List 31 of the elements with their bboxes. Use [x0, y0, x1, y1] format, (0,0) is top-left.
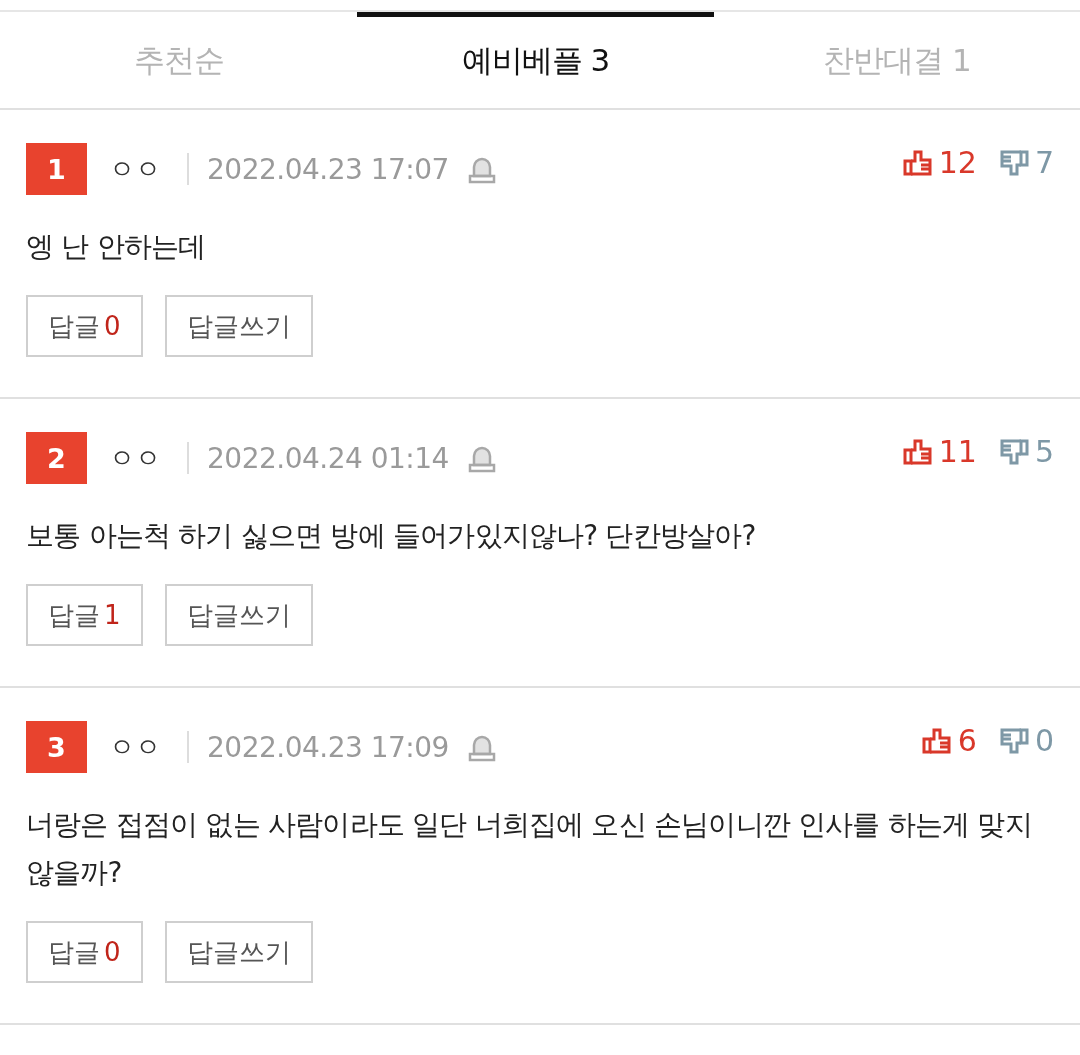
author-name: ㅇㅇ	[109, 152, 161, 186]
write-reply-button[interactable]: 답글쓰기	[164, 295, 313, 357]
author-name: ㅇㅇ	[109, 441, 161, 475]
rank-badge: 1	[26, 143, 87, 195]
like-count: 6	[957, 723, 977, 758]
comment-text: 너랑은 접점이 없는 사람이라도 일단 너희집에 오신 손님이니깐 인사를 하는게 맞지않을까?	[26, 807, 1033, 891]
comment-text: 엥 난 안하는데	[26, 229, 207, 265]
thumbs-up-icon[interactable]	[902, 148, 933, 177]
comment-text: 보통 아는척 하기 싫으면 방에 들어가있지않나? 단칸방살아?	[26, 518, 757, 554]
tab[interactable]: 예비베플 3	[357, 12, 714, 108]
replies-button[interactable]: 답글 1	[26, 584, 143, 646]
dislike-count: 0	[1034, 723, 1054, 758]
replies-button[interactable]: 답글 0	[26, 295, 143, 357]
thumbs-down-icon[interactable]	[998, 148, 1029, 177]
rank-badge: 3	[26, 721, 87, 773]
thumbs-down-icon[interactable]	[998, 437, 1029, 466]
author-name: ㅇㅇ	[109, 730, 161, 764]
dislike-count: 7	[1034, 145, 1054, 180]
write-reply-button[interactable]: 답글쓰기	[164, 921, 313, 983]
thumbs-down-icon[interactable]	[998, 726, 1029, 755]
comment-date: 2022.04.23 17:07	[207, 152, 449, 186]
dislike-count: 5	[1034, 434, 1054, 469]
comment-date: 2022.04.24 01:14	[207, 441, 449, 475]
thumbs-up-icon[interactable]	[902, 437, 933, 466]
like-count: 12	[938, 145, 977, 180]
thumbs-up-icon[interactable]	[921, 726, 952, 755]
rank-badge: 2	[26, 432, 87, 484]
write-reply-button[interactable]: 답글쓰기	[164, 584, 313, 646]
replies-button[interactable]: 답글 0	[26, 921, 143, 983]
like-count: 11	[938, 434, 977, 469]
comment-date: 2022.04.23 17:09	[207, 730, 449, 764]
